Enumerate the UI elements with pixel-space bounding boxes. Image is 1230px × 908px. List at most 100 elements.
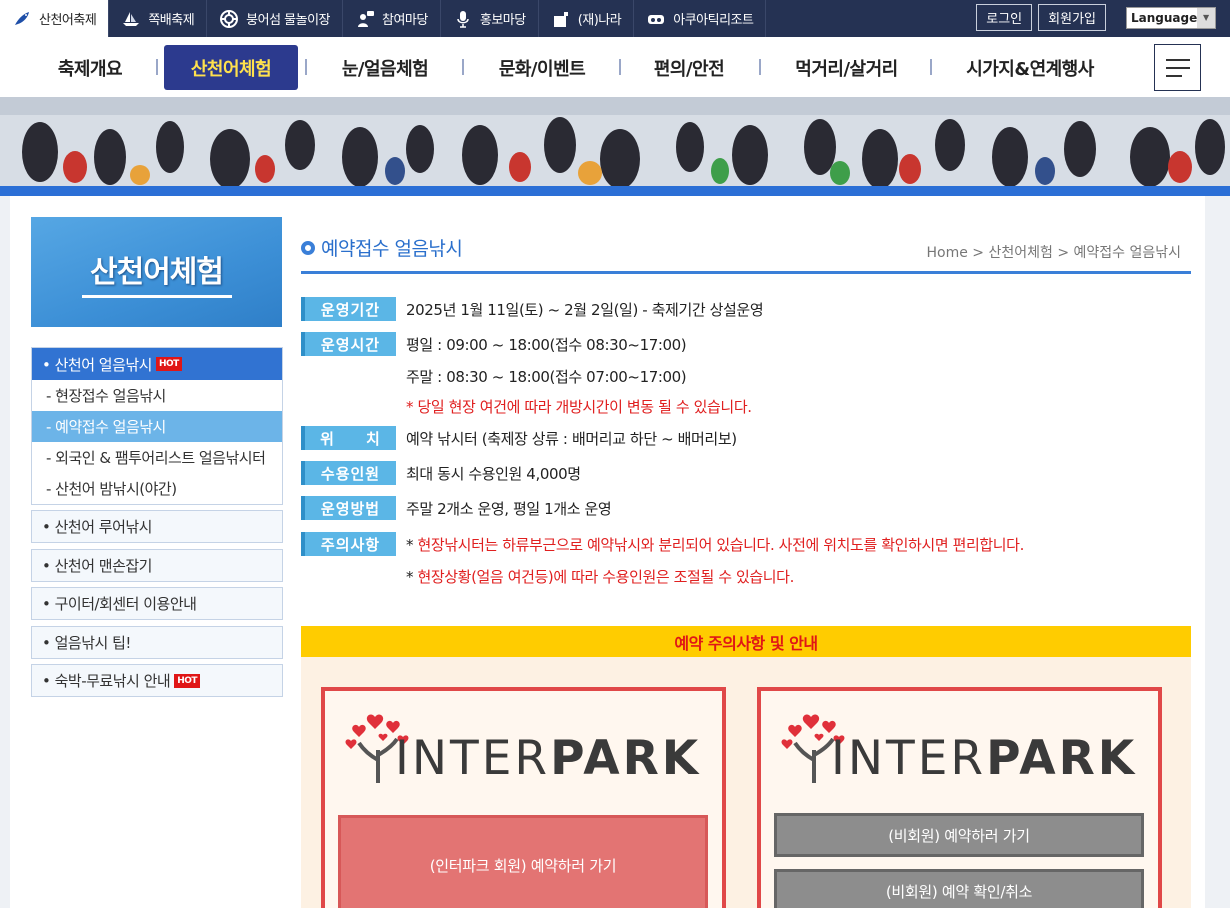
site-nav-nara[interactable]: (재)나라	[539, 0, 635, 37]
info-value: 2025년 1월 11일(토) ~ 2월 2일(일) - 축제기간 상설운영	[406, 300, 764, 319]
fish-icon	[12, 9, 32, 29]
site-nav-label: (재)나라	[577, 13, 622, 28]
content-area: 산천어체험 • 산천어 얼음낚시 HOT - 현장접수 얼음낚시 - 예약접수 …	[10, 196, 1205, 908]
account-area: 로그인 회원가입 Language ▼	[976, 4, 1216, 31]
site-nav-label: 쪽배축제	[148, 13, 195, 28]
nav-separator	[305, 59, 307, 75]
site-nav-label: 참여마당	[382, 13, 428, 28]
sidebar-item-tips[interactable]: • 얼음낚시 팁!	[31, 626, 283, 659]
info-label: 주의사항	[301, 532, 396, 556]
interpark-logo: INTERPARK	[781, 705, 1141, 786]
sidebar-subitem-night[interactable]: - 산천어 밤낚시(야간)	[32, 473, 282, 504]
info-label: 운영기간	[301, 297, 396, 321]
crowd-image	[0, 97, 1230, 188]
page-title-text: 예약접수 얼음낚시	[321, 238, 463, 260]
main-nav-convenience[interactable]: 편의/안전	[639, 45, 739, 90]
info-row-method: 운영방법 주말 2개소 운영, 평일 1개소 운영	[301, 496, 612, 520]
interpark-logo-text: INTERPARK	[395, 731, 701, 786]
sidebar-subitem-onsite[interactable]: - 현장접수 얼음낚시	[32, 380, 282, 411]
notice-title: 예약 주의사항 및 안내	[301, 626, 1191, 657]
logo-light: INTER	[831, 731, 987, 786]
signup-button[interactable]: 회원가입	[1038, 4, 1106, 31]
info-label: 운영시간	[301, 332, 396, 356]
banner-accent-line	[0, 186, 1230, 196]
interpark-logo-text: INTERPARK	[831, 731, 1137, 786]
logo-bold: PARK	[550, 731, 702, 786]
main-nav-food[interactable]: 먹거리/살거리	[779, 45, 914, 90]
main-nav-experience[interactable]: 산천어체험	[164, 45, 298, 90]
info-row-capacity: 수용인원 최대 동시 수용인원 4,000명	[301, 461, 581, 485]
main-nav-downtown[interactable]: 시가지&연계행사	[950, 45, 1110, 90]
sidebar-item-lure-fishing[interactable]: • 산천어 루어낚시	[31, 510, 283, 543]
info-value: 평일 : 09:00 ~ 18:00(접수 08:30~17:00)	[406, 335, 687, 354]
info-row-period: 운영기간 2025년 1월 11일(토) ~ 2월 2일(일) - 축제기간 상…	[301, 297, 764, 321]
microphone-icon	[453, 9, 473, 29]
nav-separator	[619, 59, 621, 75]
member-card: INTERPARK (인터파크 회원) 예약하러 가기	[321, 687, 726, 908]
info-row-hours: 운영시간 평일 : 09:00 ~ 18:00(접수 08:30~17:00)	[301, 332, 687, 356]
site-nav-jjokbae[interactable]: 쪽배축제	[109, 0, 208, 37]
caution-star: *	[406, 535, 418, 554]
site-nav-label: 아쿠아틱리조트	[673, 13, 754, 28]
site-nav-bungeoseom[interactable]: 붕어섬 물놀이장	[207, 0, 344, 37]
nav-separator	[930, 59, 932, 75]
member-reserve-button[interactable]: (인터파크 회원) 예약하러 가기	[338, 815, 708, 908]
nav-separator	[156, 59, 158, 75]
caution-text: 현장낚시터는 하류부근으로 예약낚시와 분리되어 있습니다. 사전에 위치도를 …	[417, 535, 1024, 554]
caution-text: 현장상황(얼음 여건등)에 따라 수용인원은 조절될 수 있습니다.	[417, 568, 794, 586]
notice-body: INTERPARK (인터파크 회원) 예약하러 가기 INTERPARK (비…	[301, 657, 1191, 908]
sidebar-item-ice-fishing[interactable]: • 산천어 얼음낚시 HOT	[32, 348, 282, 380]
site-nav-sancheoneo[interactable]: 산천어축제	[0, 0, 110, 37]
logo-bold: PARK	[986, 731, 1138, 786]
info-label: 수용인원	[301, 461, 396, 485]
info-value: 주말 2개소 운영, 평일 1개소 운영	[406, 499, 612, 518]
site-nav-label: 산천어축제	[39, 13, 97, 28]
main-nav: 축제개요 산천어체험 눈/얼음체험 문화/이벤트 편의/안전 먹거리/살거리 시…	[0, 37, 1230, 97]
hot-badge: HOT	[174, 673, 201, 688]
sidebar-item-lodging[interactable]: • 숙박-무료낚시 안내 HOT	[31, 664, 283, 697]
chevron-down-icon: ▼	[1197, 7, 1215, 28]
sidebar-item-bare-hand[interactable]: • 산천어 맨손잡기	[31, 549, 283, 582]
sidebar-group-ice-fishing: • 산천어 얼음낚시 HOT - 현장접수 얼음낚시 - 예약접수 얼음낚시 -…	[31, 347, 283, 505]
main-nav-snow-ice[interactable]: 눈/얼음체험	[325, 45, 445, 90]
interpark-logo: INTERPARK	[345, 705, 705, 786]
page-title: 예약접수 얼음낚시	[301, 234, 463, 261]
guest-check-cancel-button[interactable]: (비회원) 예약 확인/취소	[774, 869, 1144, 908]
nav-separator	[759, 59, 761, 75]
title-divider	[301, 271, 1191, 274]
site-nav-resort[interactable]: 아쿠아틱리조트	[634, 0, 767, 37]
site-nav-promotion[interactable]: 홍보마당	[441, 0, 539, 37]
main-nav-overview[interactable]: 축제개요	[40, 45, 140, 90]
site-nav-label: 홍보마당	[479, 13, 526, 28]
menu-icon[interactable]	[1154, 44, 1201, 91]
info-value: 예약 낚시터 (축제장 상류 : 배머리교 하단 ~ 배머리보)	[406, 429, 737, 448]
site-nav-label: 붕어섬 물놀이장	[246, 13, 331, 28]
info-note: * 당일 현장 여건에 따라 개방시간이 변동 될 수 있습니다.	[406, 398, 752, 416]
caution-star: *	[406, 568, 418, 586]
chat-user-icon	[355, 9, 375, 29]
info-label: 위 치	[301, 426, 396, 450]
language-select-value: Language	[1131, 10, 1198, 25]
hot-badge: HOT	[156, 357, 182, 371]
resort-icon	[646, 9, 666, 29]
sidebar-subitem-reservation[interactable]: - 예약접수 얼음낚시	[32, 411, 282, 442]
breadcrumb: Home > 산천어체험 > 예약접수 얼음낚시	[926, 245, 1182, 261]
sidebar-item-grill-center[interactable]: • 구이터/회센터 이용안내	[31, 587, 283, 620]
site-nav-participation[interactable]: 참여마당	[343, 0, 441, 37]
sidebar-header: 산천어체험	[31, 217, 282, 327]
nav-separator	[462, 59, 464, 75]
building-icon	[551, 9, 571, 29]
main-nav-culture[interactable]: 문화/이벤트	[482, 45, 602, 90]
guest-card: INTERPARK (비회원) 예약하러 가기 (비회원) 예약 확인/취소	[757, 687, 1162, 908]
guest-reserve-button[interactable]: (비회원) 예약하러 가기	[774, 813, 1144, 857]
sidebar-item-label: • 숙박-무료낚시 안내	[42, 672, 171, 690]
logo-light: INTER	[395, 731, 551, 786]
bullet-icon	[301, 240, 315, 255]
info-row-location: 위 치 예약 낚시터 (축제장 상류 : 배머리교 하단 ~ 배머리보)	[301, 426, 737, 450]
language-select[interactable]: Language ▼	[1126, 6, 1216, 29]
caution-line-2: * 현장상황(얼음 여건등)에 따라 수용인원은 조절될 수 있습니다.	[406, 566, 794, 587]
login-button[interactable]: 로그인	[976, 4, 1033, 31]
sidebar-item-label: • 산천어 얼음낚시	[42, 355, 153, 374]
sidebar-subitem-foreigner[interactable]: - 외국인 & 팸투어리스트 얼음낚시터	[32, 442, 282, 473]
info-value: * 현장낚시터는 하류부근으로 예약낚시와 분리되어 있습니다. 사전에 위치도…	[406, 534, 1024, 555]
